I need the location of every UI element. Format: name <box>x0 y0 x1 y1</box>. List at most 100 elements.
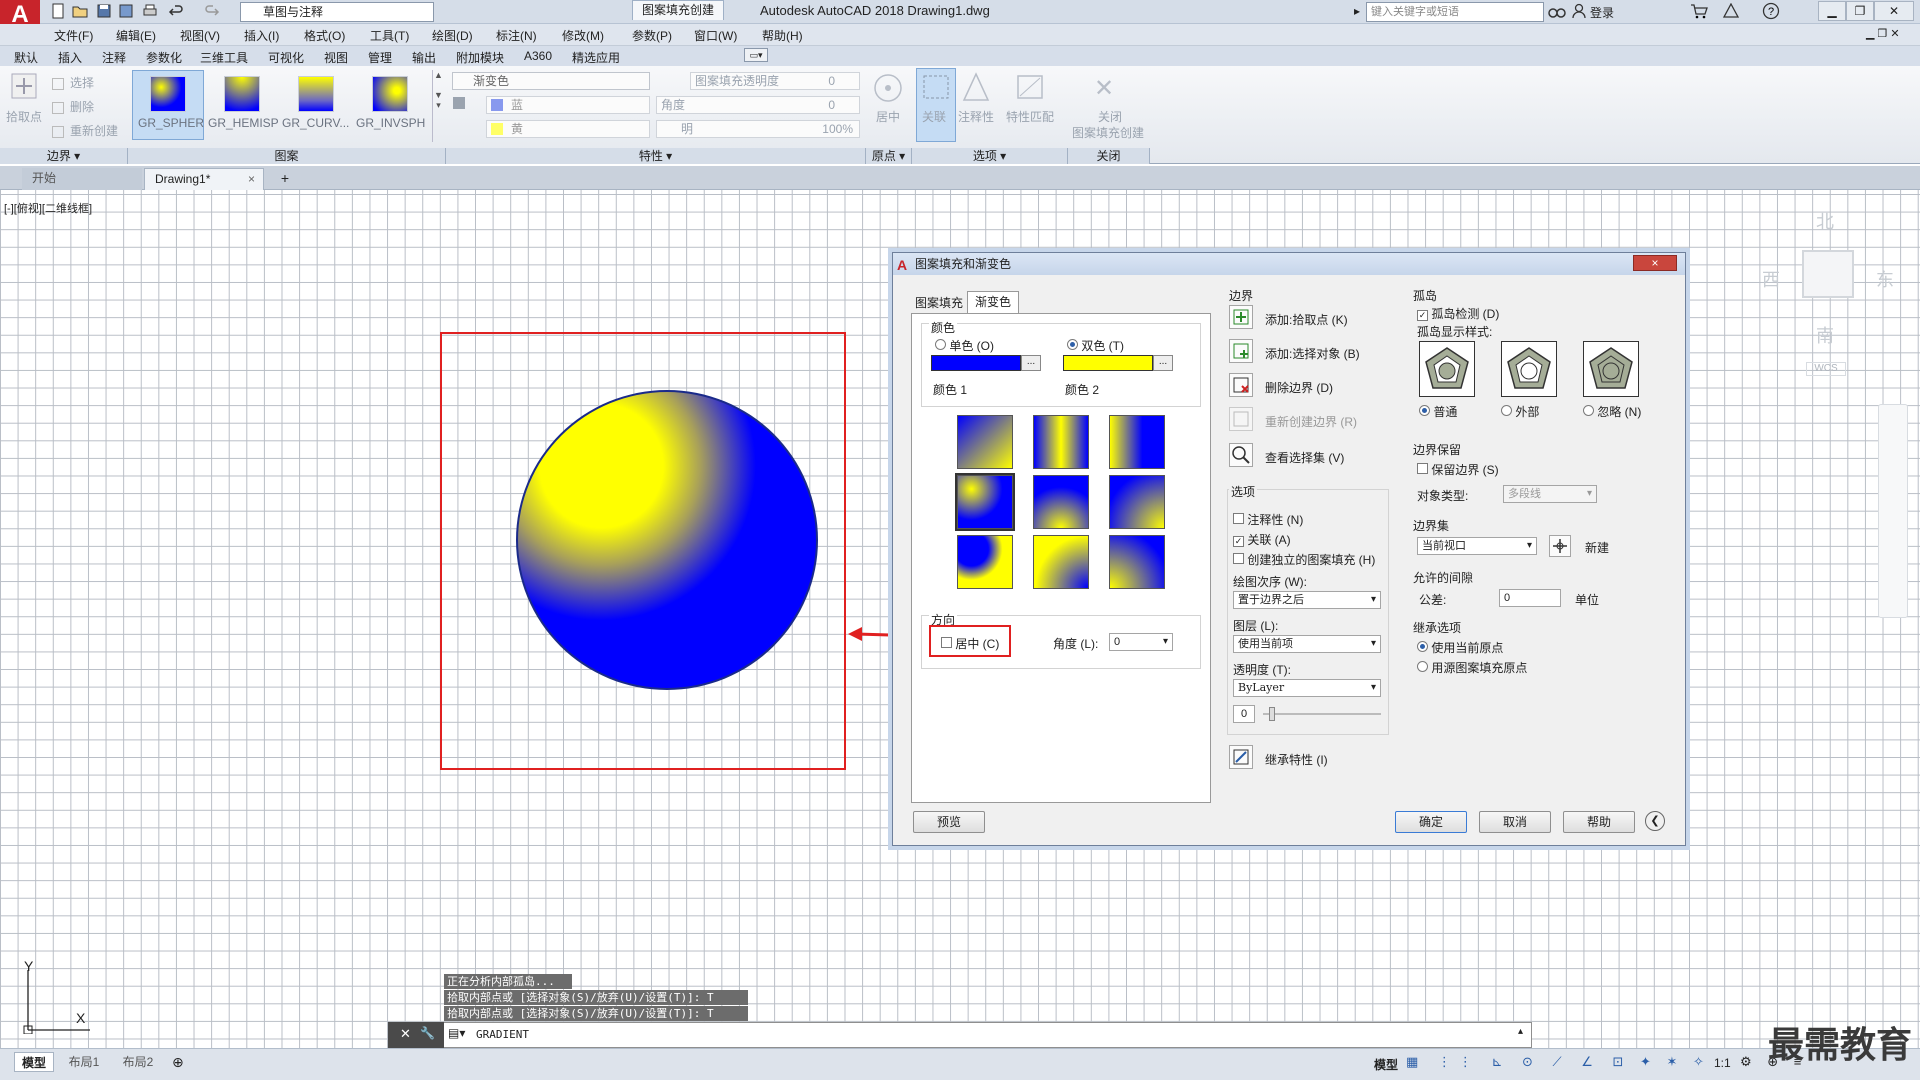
origin-panel-label[interactable]: 原点 ▾ <box>866 148 912 164</box>
menu-dimension[interactable]: 标注(N) <box>496 27 537 44</box>
help-icon[interactable]: ? <box>1762 2 1780 20</box>
ribbon-tab-annotate[interactable]: 注释 <box>102 49 126 66</box>
match-properties-icon[interactable] <box>1016 72 1044 102</box>
pattern-gr-hemisp[interactable] <box>224 76 260 112</box>
gradient-hatch-circle[interactable] <box>516 390 818 690</box>
model-space-button[interactable]: 模型 <box>1374 1056 1398 1073</box>
menu-window[interactable]: 窗口(W) <box>694 27 737 44</box>
transparency-slider-track[interactable] <box>1263 713 1381 715</box>
separate-hatch-checkbox[interactable]: 创建独立的图案填充 (H) <box>1233 551 1375 568</box>
gradient-invcylinder[interactable] <box>1109 415 1165 469</box>
command-line-input[interactable] <box>388 1022 1532 1048</box>
inherit-properties-icon[interactable] <box>1229 745 1253 769</box>
restore-button[interactable]: ❐ <box>1846 1 1874 21</box>
angle-field[interactable]: 角度 0 <box>656 96 860 114</box>
help-button[interactable]: 帮助 <box>1563 811 1635 833</box>
annotative-icon[interactable] <box>962 72 990 102</box>
undo-icon[interactable] <box>168 3 186 21</box>
close-hatch-icon[interactable]: ✕ <box>1094 74 1114 103</box>
transparency-value-input[interactable]: 0 <box>1233 705 1255 723</box>
ribbon-tab-hatch-creation[interactable]: 图案填充创建 <box>632 0 724 20</box>
search-input[interactable]: 键入关键字或短语 <box>1366 2 1544 22</box>
angle-select[interactable]: 0 <box>1109 633 1173 651</box>
new-boundary-set-icon[interactable] <box>1549 535 1571 557</box>
layer-select[interactable]: 使用当前项 <box>1233 635 1381 653</box>
ok-button[interactable]: 确定 <box>1395 811 1467 833</box>
redo-icon[interactable] <box>204 3 222 21</box>
island-normal-radio[interactable]: 普通 <box>1419 403 1457 420</box>
close-command-icon[interactable]: ✕ <box>400 1026 411 1042</box>
viewcube-north[interactable]: 北 <box>1816 208 1834 234</box>
pattern-gr-curv[interactable] <box>298 76 334 112</box>
viewcube-east[interactable]: 东 <box>1876 266 1894 292</box>
select-boundary-button[interactable]: 选择 <box>52 74 94 91</box>
associative-checkbox[interactable]: ✓ 关联 (A) <box>1233 531 1291 548</box>
collapse-dialog-icon[interactable]: ❮ <box>1645 811 1665 831</box>
ribbon-tab-default[interactable]: 默认 <box>14 49 38 66</box>
minimize-button[interactable]: ▁ <box>1818 1 1846 21</box>
remove-boundary-button[interactable]: 删除边界 (D) <box>1265 379 1333 396</box>
annotation-scale[interactable]: 1:1 <box>1714 1056 1731 1070</box>
menu-modify[interactable]: 修改(M) <box>562 27 604 44</box>
options-panel-label[interactable]: 选项 ▾ <box>912 148 1068 164</box>
single-color-radio[interactable]: 单色 (O) <box>935 337 994 354</box>
add-pick-button[interactable]: 添加:拾取点 (K) <box>1265 311 1348 328</box>
menu-insert[interactable]: 插入(I) <box>244 27 279 44</box>
a360-icon[interactable] <box>1722 3 1740 19</box>
gradient-color1-select[interactable]: 蓝 <box>486 96 650 114</box>
ribbon-tab-output[interactable]: 输出 <box>412 49 436 66</box>
tab-gradient[interactable]: 渐变色 <box>967 291 1019 313</box>
transparency-select[interactable]: ByLayer <box>1233 679 1381 697</box>
two-color-radio[interactable]: 双色 (T) <box>1067 337 1124 354</box>
retain-boundaries-checkbox[interactable]: 保留边界 (S) <box>1417 461 1499 478</box>
dialog-close-button[interactable]: × <box>1633 255 1677 271</box>
gradient-curved[interactable] <box>1109 475 1165 529</box>
close-tab-icon[interactable]: × <box>248 169 255 189</box>
centered-checkbox[interactable]: 居中 (C) <box>941 635 999 652</box>
start-tab[interactable]: 开始 <box>22 168 142 190</box>
ribbon-tab-featured[interactable]: 精选应用 <box>572 49 620 66</box>
add-select-icon[interactable] <box>1229 339 1253 363</box>
status-toggle-icons[interactable]: ▦ ⋮⋮ ⊾ ⊙ ⟋ ∠ ⊡ <box>1406 1054 1631 1070</box>
menu-parametric[interactable]: 参数(P) <box>632 27 672 44</box>
gradient-invhemispherical[interactable] <box>1033 535 1089 589</box>
ribbon-tab-parametric[interactable]: 参数化 <box>146 49 182 66</box>
ribbon-tab-addins[interactable]: 附加模块 <box>456 49 504 66</box>
layout-tab-1[interactable]: 布局1 <box>60 1052 108 1072</box>
inherit-properties-button[interactable]: 继承特性 (I) <box>1265 751 1328 768</box>
hatch-type-select[interactable]: 渐变色 <box>452 72 650 90</box>
ribbon-tab-a360[interactable]: A360 <box>524 49 552 63</box>
new-tab-button[interactable]: + <box>274 170 296 188</box>
menu-file[interactable]: 文件(F) <box>54 27 93 44</box>
preview-button[interactable]: 预览 <box>913 811 985 833</box>
navigation-bar[interactable] <box>1878 404 1908 618</box>
ribbon-tab-view[interactable]: 视图 <box>324 49 348 66</box>
menu-view[interactable]: 视图(V) <box>180 27 220 44</box>
gradient-cylinder[interactable] <box>1033 415 1089 469</box>
command-history-toggle[interactable]: ▴ <box>1518 1026 1523 1037</box>
menu-help[interactable]: 帮助(H) <box>762 27 803 44</box>
transparency-field[interactable]: 图案填充透明度 0 <box>690 72 860 90</box>
gradient-hemispherical[interactable] <box>1033 475 1089 529</box>
viewcube-top-face[interactable] <box>1802 250 1854 298</box>
island-outer-radio[interactable]: 外部 <box>1501 403 1539 420</box>
add-pick-icon[interactable] <box>1229 305 1253 329</box>
set-origin-icon[interactable] <box>872 72 904 104</box>
tint-field[interactable]: 明 100% <box>656 120 860 138</box>
island-normal-preview[interactable] <box>1419 341 1475 397</box>
pattern-gr-spher[interactable] <box>150 76 186 112</box>
ribbon-tab-visualize[interactable]: 可视化 <box>268 49 304 66</box>
cart-icon[interactable] <box>1690 3 1708 19</box>
viewport-controls[interactable]: [-][俯视][二维线框] <box>4 200 92 216</box>
properties-panel-label[interactable]: 特性 ▾ <box>446 148 866 164</box>
viewcube-south[interactable]: 南 <box>1816 322 1834 348</box>
transparency-slider-thumb[interactable] <box>1269 707 1275 721</box>
boundary-set-select[interactable]: 当前视口 <box>1417 537 1537 555</box>
command-line-grip[interactable] <box>388 1022 444 1048</box>
island-ignore-radio[interactable]: 忽略 (N) <box>1583 403 1641 420</box>
boundary-panel-label[interactable]: 边界 ▾ <box>0 148 128 164</box>
layout-tab-2[interactable]: 布局2 <box>114 1052 162 1072</box>
pattern-gr-invsph[interactable] <box>372 76 408 112</box>
gradient-color2-select[interactable]: 黄 <box>486 120 650 138</box>
viewcube-west[interactable]: 西 <box>1762 266 1780 292</box>
